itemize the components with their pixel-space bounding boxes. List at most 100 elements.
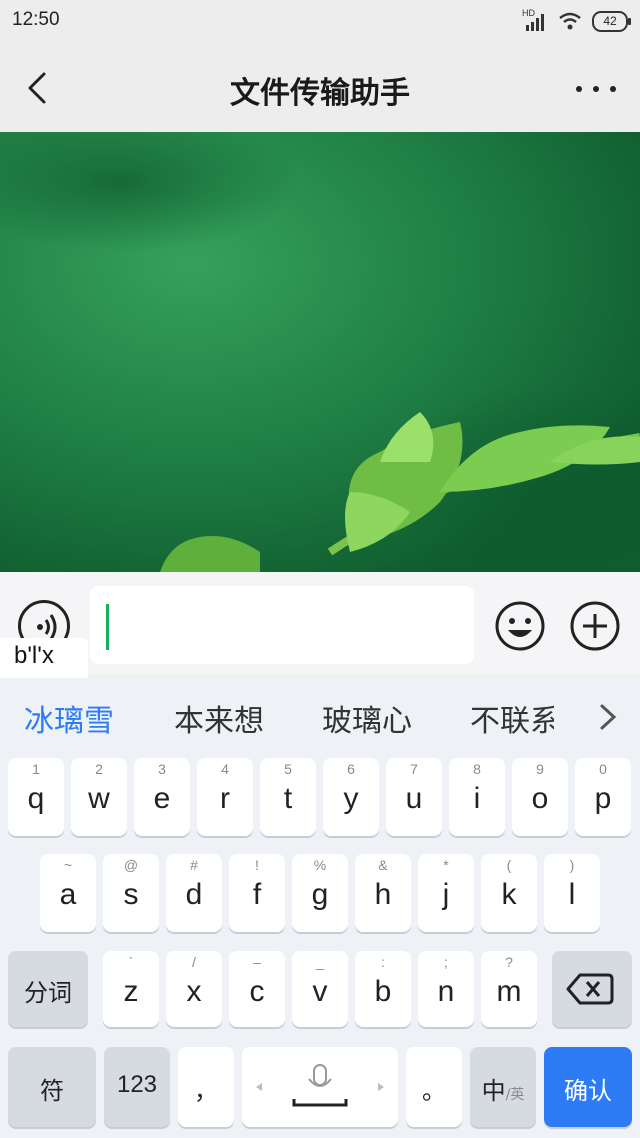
key-c-label: c	[249, 975, 265, 1008]
segment-key[interactable]: 分词	[8, 951, 88, 1027]
key-y[interactable]: 6y	[323, 758, 379, 836]
key-e-label: e	[153, 782, 171, 815]
backspace-key[interactable]	[552, 951, 632, 1027]
key-v-label: v	[312, 975, 328, 1008]
pinyin-composition: b'l'x	[0, 638, 88, 678]
key-c[interactable]: – c	[229, 951, 285, 1027]
lang-alt-label: /英	[505, 1087, 525, 1103]
wifi-icon	[558, 12, 582, 30]
candidate-4[interactable]: 不联系	[470, 696, 554, 740]
more-options-button[interactable]	[576, 72, 616, 106]
more-dot-icon	[610, 86, 616, 92]
status-icons: HD 42	[522, 8, 631, 32]
key-i[interactable]: 8i	[449, 758, 505, 836]
key-f[interactable]: ! f	[229, 854, 285, 932]
confirm-key[interactable]: 确认	[544, 1047, 632, 1127]
key-a[interactable]: ~ a	[40, 854, 96, 932]
key-h-secondary: &	[378, 857, 388, 873]
status-time: 12:50	[12, 9, 60, 30]
key-w-secondary: 2	[95, 761, 103, 777]
key-y-label: y	[343, 782, 359, 815]
green-leaf-image	[0, 132, 640, 572]
key-y-secondary: 6	[347, 761, 355, 777]
candidate-1[interactable]: 冰璃雪	[24, 696, 114, 740]
key-x[interactable]: / x	[166, 951, 222, 1027]
candidate-2[interactable]: 本来想	[174, 696, 264, 740]
chevron-right-icon	[600, 704, 617, 730]
language-switch-key[interactable]: 中/英	[470, 1047, 536, 1127]
key-a-label: a	[59, 878, 77, 911]
key-b[interactable]: :b	[355, 951, 411, 1027]
pinyin-text: b'l'x	[14, 642, 54, 669]
candidate-bar: 冰璃雪 本来想 玻璃心 不联系	[0, 680, 640, 756]
key-o-label: o	[531, 782, 549, 815]
key-f-secondary: !	[255, 857, 259, 873]
key-g[interactable]: % g	[292, 854, 348, 932]
key-h-label: h	[374, 878, 392, 911]
key-q-secondary: 1	[32, 761, 40, 777]
key-z-label: z	[123, 975, 139, 1008]
key-h[interactable]: & h	[355, 854, 411, 932]
lang-main-label: 中	[481, 1077, 506, 1105]
message-input[interactable]	[90, 586, 474, 664]
key-z[interactable]: ` z	[103, 951, 159, 1027]
key-d[interactable]: # d	[166, 854, 222, 932]
period-key[interactable]: 。	[406, 1047, 462, 1127]
key-n[interactable]: ; n	[418, 951, 474, 1027]
key-e[interactable]: 3e	[134, 758, 190, 836]
key-v[interactable]: _ v	[292, 951, 348, 1027]
key-j[interactable]: * j	[418, 854, 474, 932]
key-w[interactable]: 2w	[71, 758, 127, 836]
key-o[interactable]: 9o	[512, 758, 568, 836]
key-k-label: k	[501, 878, 517, 911]
key-x-label: x	[186, 975, 202, 1008]
image-message[interactable]	[0, 132, 640, 572]
symbols-key-label: 符	[40, 1077, 64, 1105]
key-t-secondary: 5	[284, 761, 292, 777]
numbers-key-label: 123	[116, 1071, 158, 1098]
key-r[interactable]: 4r	[197, 758, 253, 836]
segment-key-label: 分词	[24, 979, 72, 1007]
key-m-secondary: ?	[505, 954, 513, 970]
key-t-label: t	[283, 782, 293, 815]
key-j-label: j	[442, 878, 450, 911]
backspace-icon	[566, 973, 614, 1005]
key-o-secondary: 9	[536, 761, 544, 777]
key-s-label: s	[123, 878, 139, 911]
plus-icon	[570, 601, 620, 651]
key-l[interactable]: ) l	[544, 854, 600, 932]
signal-icon: HD	[522, 8, 548, 31]
emoji-icon	[495, 601, 545, 651]
key-s[interactable]: @ s	[103, 854, 159, 932]
key-q[interactable]: 1q	[8, 758, 64, 836]
key-p[interactable]: 0p	[575, 758, 631, 836]
language-key-label: 中/英	[470, 1071, 536, 1106]
key-k[interactable]: (k	[481, 854, 537, 932]
emoji-button[interactable]	[494, 600, 546, 652]
key-w-label: w	[88, 782, 110, 815]
symbols-key[interactable]: 符	[8, 1047, 96, 1127]
battery-icon: 42	[592, 10, 631, 32]
title-bar: 文件传输助手	[0, 44, 640, 132]
key-l-label: l	[568, 878, 576, 911]
space-key[interactable]	[242, 1047, 398, 1127]
text-caret	[106, 604, 109, 650]
numbers-key[interactable]: 123	[104, 1047, 170, 1127]
key-r-label: r	[220, 782, 230, 815]
period-key-label: 。	[422, 1077, 446, 1105]
expand-candidates-button[interactable]	[592, 700, 622, 734]
key-p-secondary: 0	[599, 761, 607, 777]
keyboard: 1q2w3e4r5t6y7u8i9o0p ~ a @ s # d! f% g & h * j(k) l …	[0, 756, 640, 1138]
candidate-3[interactable]: 玻璃心	[322, 696, 412, 740]
key-d-secondary: #	[190, 857, 198, 873]
key-v-secondary: _	[316, 954, 324, 970]
key-m[interactable]: ? m	[481, 951, 537, 1027]
key-d-label: d	[185, 878, 203, 911]
comma-key[interactable]: ，	[178, 1047, 234, 1127]
more-functions-button[interactable]	[569, 600, 621, 652]
space-mic-icon	[256, 1064, 384, 1107]
key-u[interactable]: 7u	[386, 758, 442, 836]
key-u-label: u	[405, 782, 423, 815]
key-c-secondary: –	[253, 954, 261, 970]
key-t[interactable]: 5t	[260, 758, 316, 836]
